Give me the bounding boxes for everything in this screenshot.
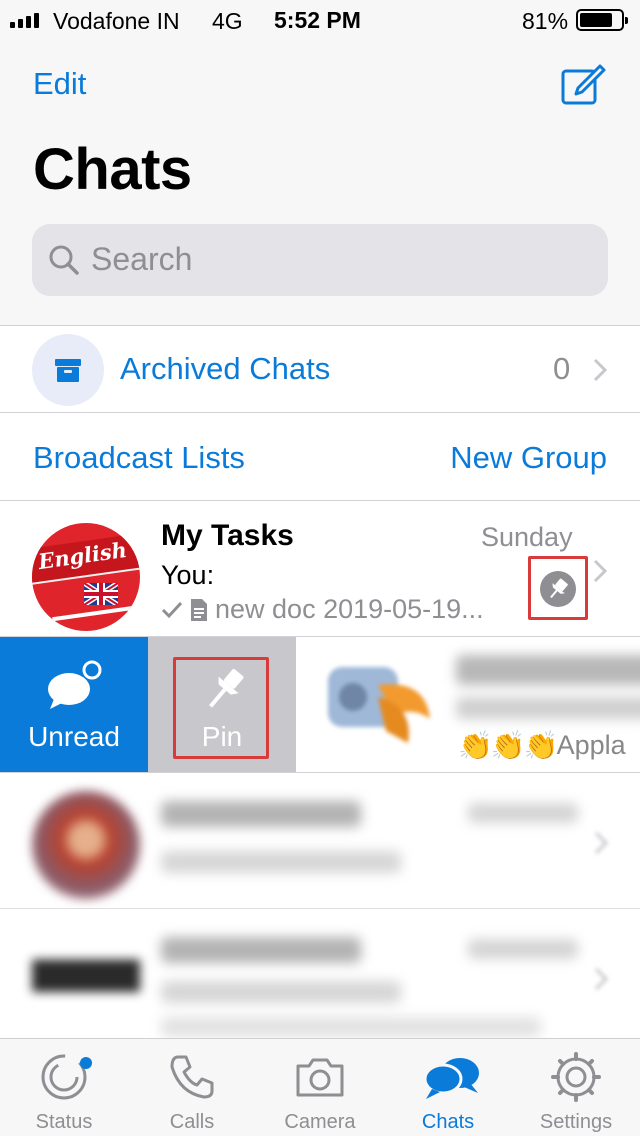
- search-input[interactable]: Search: [32, 224, 608, 296]
- chat-preview: new doc 2019-05-19...: [161, 594, 484, 625]
- clapping-emoji-icon: 👏👏👏: [458, 730, 559, 761]
- blurred-chat-preview: [161, 851, 401, 873]
- page-title: Chats: [33, 137, 192, 202]
- gear-icon: [551, 1052, 601, 1102]
- tab-calls[interactable]: Calls: [128, 1039, 256, 1136]
- status-update-dot: [80, 1057, 92, 1069]
- document-icon: [191, 598, 207, 621]
- chat-preview-sender: You:: [161, 560, 215, 590]
- archive-icon-circle: [32, 334, 104, 406]
- signal-strength-icon: [10, 13, 39, 28]
- blurred-chat-preview: [161, 981, 401, 1003]
- blurred-chat-time: [468, 803, 578, 823]
- blurred-chat-time: [468, 939, 578, 959]
- blurred-chat-name: [161, 801, 361, 827]
- avatar: [32, 791, 140, 899]
- search-placeholder: Search: [91, 241, 193, 277]
- tab-chats[interactable]: Chats: [384, 1039, 512, 1136]
- sent-check-icon: [161, 601, 183, 618]
- mark-unread-button[interactable]: Unread: [0, 637, 148, 772]
- tab-status[interactable]: Status: [0, 1039, 128, 1136]
- chat-preview: 👏👏👏 Appla: [458, 729, 626, 762]
- tab-settings[interactable]: Settings: [512, 1039, 640, 1136]
- broadcast-lists-link[interactable]: Broadcast Lists: [33, 440, 245, 476]
- blurred-chat-name: [161, 937, 361, 963]
- list-actions-row: Broadcast Lists New Group: [0, 413, 640, 501]
- status-bar: Vodafone IN 4G 5:52 PM 81%: [0, 0, 640, 40]
- chevron-right-icon: [594, 967, 608, 991]
- chat-time: Sunday: [481, 522, 573, 552]
- chat-preview-text: Appla: [556, 730, 626, 760]
- network-type: 4G: [212, 8, 243, 34]
- blurred-chat-name: [456, 655, 640, 685]
- archived-count: 0: [553, 351, 571, 386]
- chevron-right-icon: [593, 358, 607, 382]
- pin-icon: [209, 668, 244, 708]
- camera-icon: [296, 1058, 344, 1097]
- mark-unread-label: Unread: [28, 721, 120, 752]
- tab-bar: Status Calls Camera Chats Settings: [0, 1038, 640, 1136]
- avatar: English: [32, 523, 140, 631]
- chat-row-my-tasks[interactable]: English My Tasks Sunday You: new doc 201…: [0, 501, 640, 637]
- pinned-indicator-highlight: [528, 556, 588, 620]
- chats-header: Edit Chats Search: [0, 40, 640, 326]
- tab-camera-label: Camera: [284, 1111, 356, 1133]
- chat-row-swiped[interactable]: Unread Pin 👏👏👏 Appla: [0, 637, 640, 773]
- battery-icon: [576, 9, 628, 31]
- chat-name: My Tasks: [161, 519, 294, 552]
- new-group-link[interactable]: New Group: [450, 440, 607, 476]
- uk-flag-icon: [84, 583, 118, 605]
- chevron-right-icon: [593, 559, 607, 583]
- blurred-chat-subtitle: [456, 697, 640, 719]
- avatar: [328, 667, 430, 743]
- tab-settings-label: Settings: [539, 1111, 613, 1133]
- blurred-chat-preview: [161, 1017, 541, 1037]
- chats-icon: [423, 1058, 479, 1099]
- carrier-name: Vodafone IN: [53, 8, 180, 34]
- tab-status-label: Status: [35, 1111, 93, 1133]
- chat-preview-text: new doc 2019-05-19...: [215, 594, 484, 624]
- phone-icon: [170, 1055, 214, 1099]
- tab-chats-label: Chats: [421, 1111, 475, 1133]
- battery-percent: 81%: [522, 8, 569, 34]
- pin-chat-button[interactable]: Pin: [148, 637, 296, 772]
- avatar: [32, 927, 140, 1035]
- pinned-icon: [540, 571, 576, 607]
- archive-icon: [55, 359, 81, 382]
- chevron-right-icon: [594, 831, 608, 855]
- status-time: 5:52 PM: [274, 7, 361, 33]
- archived-chats-label: Archived Chats: [120, 351, 331, 386]
- chat-row-blurred[interactable]: [0, 909, 640, 1045]
- tab-camera[interactable]: Camera: [256, 1039, 384, 1136]
- search-icon: [49, 245, 79, 275]
- tab-calls-label: Calls: [169, 1111, 215, 1133]
- archived-chats-row[interactable]: Archived Chats 0: [0, 327, 640, 413]
- compose-icon[interactable]: [560, 62, 608, 106]
- unread-chat-icon: [48, 660, 102, 709]
- chat-row-blurred[interactable]: [0, 773, 640, 909]
- pin-label: Pin: [201, 721, 243, 752]
- edit-button[interactable]: Edit: [33, 66, 86, 102]
